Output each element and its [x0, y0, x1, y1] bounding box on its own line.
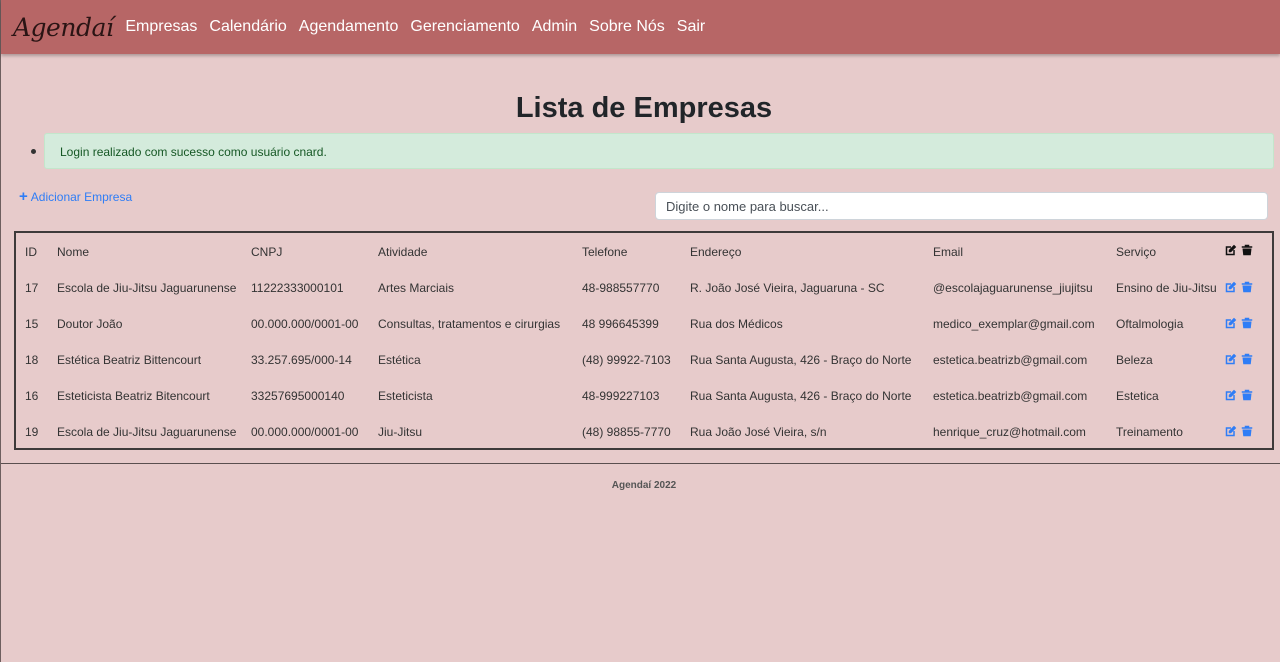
cell-telefone: 48-988557770: [582, 281, 660, 295]
brand-logo[interactable]: Agendaí: [13, 13, 114, 42]
trash-all-icon: [1241, 244, 1253, 256]
row-actions: [1225, 270, 1272, 306]
trash-icon[interactable]: [1241, 425, 1253, 437]
cell-cnpj: 11222333000101: [251, 281, 344, 295]
cell-servico: Oftalmologia: [1116, 317, 1184, 331]
cell-telefone: 48 996645399: [582, 317, 659, 331]
table-row: 15 Doutor João 00.000.000/0001-00 Consultas…: [16, 306, 1272, 342]
col-id: ID: [25, 244, 37, 259]
cell-email: @escolajaguarunense_jiujitsu: [933, 281, 1093, 295]
row-actions: [1225, 414, 1272, 450]
nav-gerenciamento[interactable]: Gerenciamento: [410, 18, 519, 36]
cell-servico: Ensino de Jiu-Jitsu: [1116, 281, 1217, 295]
nav-admin[interactable]: Admin: [532, 18, 577, 36]
trash-icon[interactable]: [1241, 389, 1253, 401]
add-company-label: Adicionar Empresa: [30, 190, 133, 204]
cell-atividade: Consultas, tratamentos e cirurgias: [378, 317, 561, 331]
edit-icon[interactable]: [1225, 389, 1237, 401]
cell-servico: Beleza: [1116, 353, 1153, 367]
trash-icon[interactable]: [1241, 317, 1253, 329]
cell-cnpj: 33.257.695/000-14: [251, 353, 352, 367]
cell-atividade: Artes Marciais: [378, 281, 455, 295]
cell-nome: Estética Beatriz Bittencourt: [57, 353, 202, 367]
cell-cnpj: 33257695000140: [251, 389, 345, 403]
edit-all-icon: [1225, 244, 1237, 256]
cell-cnpj: 00.000.000/0001-00: [251, 317, 359, 331]
edit-icon[interactable]: [1225, 317, 1237, 329]
row-actions: [1225, 342, 1272, 378]
flash-bullet: [31, 149, 36, 154]
nav-sair[interactable]: Sair: [677, 18, 705, 36]
cell-id: 16: [25, 389, 39, 403]
cell-email: estetica.beatrizb@gmail.com: [933, 389, 1088, 403]
cell-endereco: Rua dos Médicos: [690, 317, 783, 331]
cell-endereco: R. João José Vieira, Jaguaruna - SC: [690, 281, 885, 295]
cell-nome: Doutor João: [57, 317, 123, 331]
col-endereco: Endereço: [690, 244, 742, 259]
cell-servico: Treinamento: [1116, 425, 1183, 439]
cell-nome: Escola de Jiu-Jitsu Jaguarunense: [57, 281, 237, 295]
top-navbar: Agendaí Empresas Calendário Agendamento …: [1, 0, 1280, 54]
search-input[interactable]: [655, 192, 1268, 220]
col-email: Email: [933, 244, 964, 259]
cell-atividade: Esteticista: [378, 389, 433, 403]
col-nome: Nome: [57, 244, 90, 259]
cell-id: 18: [25, 353, 39, 367]
cell-email: medico_exemplar@gmail.com: [933, 317, 1095, 331]
edit-icon[interactable]: [1225, 425, 1237, 437]
row-actions: [1225, 306, 1272, 342]
edit-icon[interactable]: [1225, 353, 1237, 365]
cell-id: 15: [25, 317, 39, 331]
cell-nome: Escola de Jiu-Jitsu Jaguarunense: [57, 425, 237, 439]
col-telefone: Telefone: [582, 244, 628, 259]
edit-icon[interactable]: [1225, 281, 1237, 293]
table-row: 19 Escola de Jiu-Jitsu Jaguarunense 00.000…: [16, 414, 1272, 450]
footer-divider: [1, 463, 1280, 464]
cell-telefone: (48) 99922-7103: [582, 353, 671, 367]
trash-icon[interactable]: [1241, 281, 1253, 293]
col-cnpj: CNPJ: [251, 244, 283, 259]
add-company-link[interactable]: + Adicionar Empresa: [19, 188, 133, 205]
cell-atividade: Estética: [378, 353, 421, 367]
cell-endereco: Rua Santa Augusta, 426 - Braço do Norte: [690, 389, 912, 403]
col-actions: [1225, 233, 1272, 270]
table-header-row: ID Nome CNPJ Atividade Telefone Endereço…: [16, 233, 1272, 270]
cell-atividade: Jiu-Jitsu: [378, 425, 423, 439]
trash-icon[interactable]: [1241, 353, 1253, 365]
companies-table: ID Nome CNPJ Atividade Telefone Endereço…: [14, 231, 1274, 450]
cell-telefone: 48-999227103: [582, 389, 660, 403]
nav-sobre-nos[interactable]: Sobre Nós: [589, 18, 665, 36]
cell-email: estetica.beatrizb@gmail.com: [933, 353, 1088, 367]
cell-id: 17: [25, 281, 39, 295]
nav-calendario[interactable]: Calendário: [209, 18, 286, 36]
col-servico: Serviço: [1116, 244, 1157, 259]
table-row: 17 Escola de Jiu-Jitsu Jaguarunense 112223…: [16, 270, 1272, 306]
footer-text: Agendaí 2022: [611, 480, 677, 491]
cell-servico: Estetica: [1116, 389, 1159, 403]
cell-nome: Esteticista Beatriz Bitencourt: [57, 389, 210, 403]
table-row: 16 Esteticista Beatriz Bitencourt 33257695…: [16, 378, 1272, 414]
table-row: 18 Estética Beatriz Bittencourt 33.257.695…: [16, 342, 1272, 378]
row-actions: [1225, 378, 1272, 414]
col-atividade: Atividade: [378, 244, 428, 259]
nav-agendamento[interactable]: Agendamento: [299, 18, 399, 36]
cell-endereco: Rua João José Vieira, s/n: [690, 425, 827, 439]
cell-email: henrique_cruz@hotmail.com: [933, 425, 1086, 439]
cell-id: 19: [25, 425, 39, 439]
flash-message: Login realizado com sucesso como usuário…: [44, 133, 1274, 169]
cell-endereco: Rua Santa Augusta, 426 - Braço do Norte: [690, 353, 912, 367]
nav-empresas[interactable]: Empresas: [125, 18, 197, 36]
cell-cnpj: 00.000.000/0001-00: [251, 425, 359, 439]
cell-telefone: (48) 98855-7770: [582, 425, 671, 439]
page-title: Lista de Empresas: [515, 92, 773, 124]
plus-icon: +: [19, 188, 28, 205]
